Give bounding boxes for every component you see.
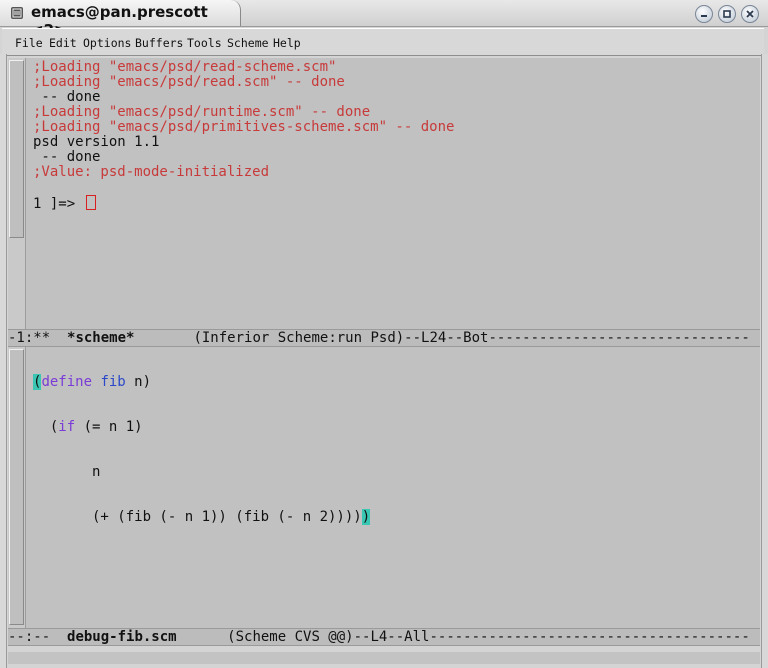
keyword-if: if xyxy=(58,419,76,435)
keyword-define: define xyxy=(41,374,93,390)
repl-prompt: 1 ]=> xyxy=(33,196,84,212)
repl-prompt-line[interactable]: 1 ]=> xyxy=(33,195,454,212)
code-text: ( xyxy=(33,419,59,435)
scheme-scrollbar-thumb[interactable] xyxy=(9,60,24,238)
mode-line-prefix: --:-- xyxy=(8,629,68,645)
text-cursor xyxy=(85,195,96,210)
menu-buffers[interactable]: Buffers xyxy=(135,36,183,50)
scheme-output-line: ;Loading "emacs/psd/read.scm" -- done xyxy=(33,74,345,90)
code-line: (if (= n 1) xyxy=(33,420,370,435)
scheme-buffer-text[interactable]: ;Loading "emacs/psd/read-scheme.scm" ;Loa… xyxy=(33,59,455,212)
menu-scheme[interactable]: Scheme xyxy=(227,36,269,50)
close-button[interactable] xyxy=(741,5,759,23)
maximize-button[interactable] xyxy=(718,5,736,23)
code-line: n xyxy=(33,464,101,480)
close-icon xyxy=(746,10,754,18)
maximize-icon xyxy=(723,10,731,18)
scheme-output-line: ;Loading "emacs/psd/runtime.scm" -- done xyxy=(33,104,371,120)
code-buffer-text[interactable]: (define fib n) (if (= n 1) n (+ (fib (- … xyxy=(33,345,371,555)
emacs-window: emacs@pan.prescott <2> File Edit Options… xyxy=(0,0,768,668)
minimize-icon xyxy=(701,15,707,17)
scheme-output-line: psd version 1.1 xyxy=(33,134,160,150)
matched-close-paren: ) xyxy=(361,509,371,525)
frame-left-edge xyxy=(0,54,7,668)
scheme-output-line: -- done xyxy=(33,149,101,165)
title-tab[interactable]: emacs@pan.prescott <2> xyxy=(0,0,241,39)
menu-bar: File Edit Options Buffers Tools Scheme H… xyxy=(2,28,764,56)
code-line: (define fib n) xyxy=(33,374,370,390)
param-text: n) xyxy=(125,374,152,390)
scheme-output-line: -- done xyxy=(33,89,101,105)
code-text: (+ (fib (- n 1)) (fib (- n 2)))) xyxy=(33,509,362,525)
menu-help[interactable]: Help xyxy=(273,36,301,50)
emacs-app-icon[interactable] xyxy=(9,5,25,21)
minimize-button[interactable] xyxy=(695,5,713,23)
function-name: fib xyxy=(100,374,126,390)
minibuffer[interactable] xyxy=(8,652,760,664)
code-line: (+ (fib (- n 1)) (fib (- n 2))))) xyxy=(33,509,371,525)
code-scrollbar[interactable] xyxy=(8,347,26,628)
scheme-scrollbar[interactable] xyxy=(8,58,26,330)
mode-line-buffer-name: debug-fib.scm xyxy=(67,629,177,645)
mode-line-buffer-name: *scheme* xyxy=(67,330,135,346)
menu-tools[interactable]: Tools xyxy=(187,36,222,50)
mode-line-status: (Scheme CVS @@)--L4--All----------------… xyxy=(176,629,750,645)
scheme-output-line xyxy=(33,180,454,195)
scheme-output-line: ;Loading "emacs/psd/primitives-scheme.sc… xyxy=(33,119,455,135)
code-scrollbar-thumb[interactable] xyxy=(9,349,24,625)
mode-line-code[interactable]: --:-- debug-fib.scm (Scheme CVS @@)--L4-… xyxy=(8,628,760,646)
title-bar[interactable]: emacs@pan.prescott <2> xyxy=(0,0,768,39)
code-text: (= n 1) xyxy=(75,419,143,435)
frame-right-edge xyxy=(761,54,768,668)
mode-line-status: (Inferior Scheme:run Psd)--L24--Bot-----… xyxy=(134,330,750,346)
menu-file[interactable]: File xyxy=(15,36,43,50)
menu-edit[interactable]: Edit xyxy=(49,36,77,50)
mode-line-prefix: -1:** xyxy=(8,330,68,346)
menu-options[interactable]: Options xyxy=(83,36,131,50)
scheme-output-line: ;Loading "emacs/psd/read-scheme.scm" xyxy=(33,59,337,75)
scheme-output-line: ;Value: psd-mode-initialized xyxy=(33,164,270,180)
